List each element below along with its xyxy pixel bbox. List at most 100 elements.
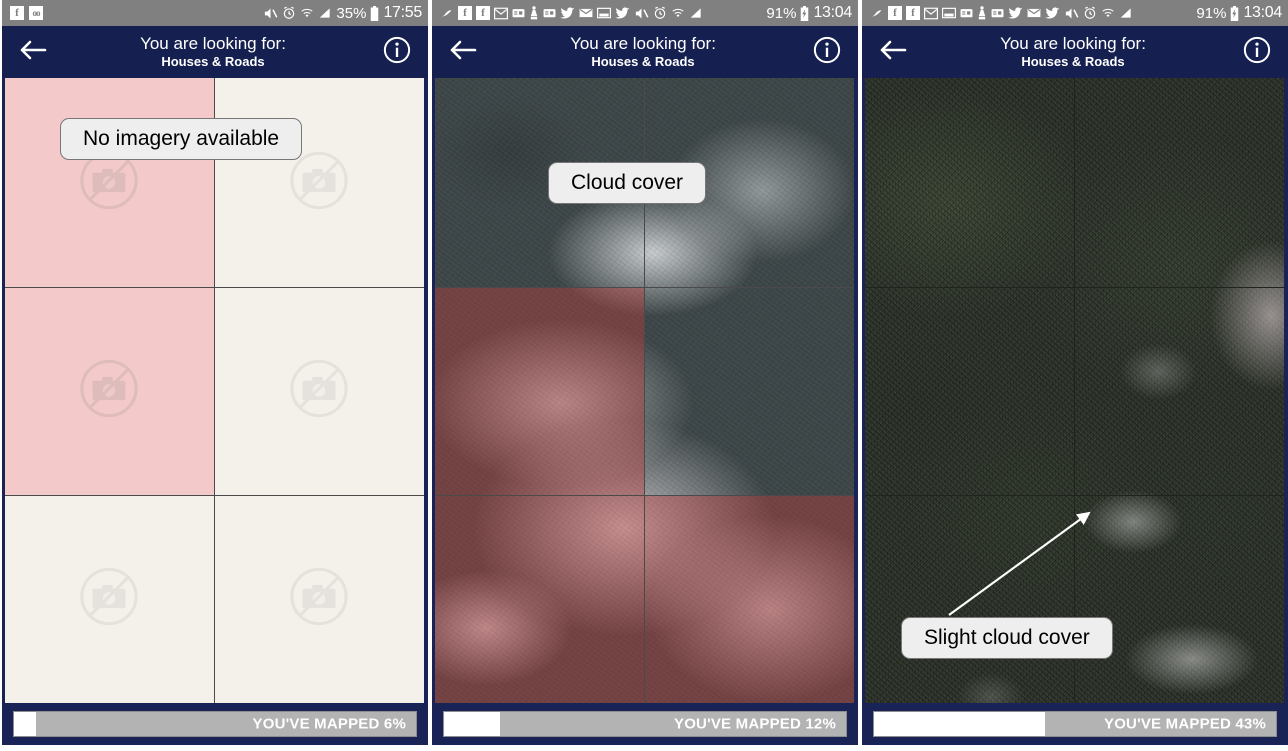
status-bar: f f 91% 13:04 [432,0,858,26]
map-tile[interactable] [214,78,424,288]
page-title-line1: You are looking for: [140,34,286,54]
twitter-icon [1008,6,1023,20]
progress-label: YOU'VE MAPPED 12% [673,715,836,733]
no-imagery-icon [288,358,350,425]
back-button[interactable] [432,26,494,78]
map-tile[interactable] [5,78,215,288]
map-tile[interactable] [214,288,424,496]
page-title: You are looking for: Houses & Roads [494,35,796,68]
progress-label: YOU'VE MAPPED 6% [252,715,406,733]
map-tile[interactable] [435,495,645,703]
mail-icon [579,7,593,19]
signal-icon [1119,6,1133,20]
page-title: You are looking for: Houses & Roads [64,35,366,68]
info-icon [1243,36,1271,69]
hangouts-icon [512,7,525,20]
map-grid-area[interactable]: Slight cloud cover [865,78,1284,703]
hangouts-icon [991,7,1004,20]
map-tile[interactable] [435,288,645,496]
map-grid-area[interactable]: No imagery available [5,78,424,703]
page-title-line1: You are looking for: [570,34,716,54]
map-tile[interactable] [5,495,215,703]
info-button[interactable] [366,26,428,78]
annotation-callout: No imagery available [60,118,303,160]
progress-label: YOU'VE MAPPED 43% [1103,715,1266,733]
progress-bar: YOU'VE MAPPED 43% [873,711,1277,737]
page-title: You are looking for: Houses & Roads [924,35,1226,68]
mute-icon [634,6,649,21]
battery-percent: 91% [1196,4,1227,22]
battery-percent: 91% [766,4,797,22]
bottom-bar: YOU'VE MAPPED 12% [432,703,858,745]
mute-icon [263,6,278,21]
info-icon [813,36,841,69]
tile-grid [5,78,424,703]
page-title-line2: Houses & Roads [591,54,695,70]
status-bar-left-icons: f f [870,6,1133,21]
no-imagery-icon [288,149,350,216]
signal-icon [318,6,332,20]
alarm-icon [653,6,667,20]
back-arrow-icon [448,38,478,67]
clock-time: 13:04 [813,4,852,21]
back-arrow-icon [878,38,908,67]
info-button[interactable] [796,26,858,78]
facebook-icon: f [476,6,490,20]
back-button[interactable] [862,26,924,78]
fitness-icon [977,6,987,20]
clock-time: 17:55 [383,4,422,21]
app-bar: You are looking for: Houses & Roads [432,26,858,78]
app-bar: You are looking for: Houses & Roads [2,26,428,78]
battery-charging-icon [800,5,809,21]
app-bar: You are looking for: Houses & Roads [862,26,1288,78]
twitter-icon [560,6,575,20]
gmail-sync-icon [870,7,884,20]
hangouts-icon [543,7,556,20]
mute-icon [1064,6,1079,21]
facebook-icon: f [458,6,472,20]
map-tile[interactable] [644,495,854,703]
page-title-line2: Houses & Roads [161,54,265,70]
screenshot-icon [942,7,956,19]
map-tile[interactable] [5,288,215,496]
map-tile[interactable] [644,288,854,496]
screenshot-root: f oo 35% 17:55 You are looking for: Hous… [0,0,1288,751]
map-grid-area[interactable]: Cloud cover [435,78,854,703]
wifi-icon [1101,6,1115,20]
facebook-icon: f [888,6,902,20]
annotation-callout: Slight cloud cover [901,617,1113,659]
fitness-icon [529,6,539,20]
status-bar: f oo 35% 17:55 [2,0,428,26]
twitter-icon [1045,6,1060,20]
status-bar: f f 91% 13:04 [862,0,1288,26]
alarm-icon [282,6,296,20]
phone-panel-2: f f 91% 13:04 You are looking for: House… [432,0,858,745]
page-title-line1: You are looking for: [1000,34,1146,54]
bottom-bar: YOU'VE MAPPED 6% [2,703,428,745]
phone-panel-3: f f 91% 13:04 You are looking for: House… [862,0,1288,745]
progress-fill [444,712,500,736]
progress-bar: YOU'VE MAPPED 6% [13,711,417,737]
back-button[interactable] [2,26,64,78]
bottom-bar: YOU'VE MAPPED 43% [862,703,1288,745]
mail-icon [1027,7,1041,19]
facebook-icon: f [906,6,920,20]
status-bar-left-icons: f oo [10,6,43,20]
gmail-icon [494,7,508,20]
no-imagery-icon [288,566,350,633]
battery-percent: 35% [336,4,367,22]
map-tile[interactable] [214,495,424,703]
status-bar-right-icons: 35% 17:55 [263,4,422,22]
status-bar-right-icons: 91% 13:04 [766,4,852,22]
battery-icon [370,5,379,21]
no-imagery-icon [78,566,140,633]
back-arrow-icon [18,38,48,67]
facebook-icon: f [10,6,24,20]
status-bar-left-icons: f f [440,6,703,21]
page-title-line2: Houses & Roads [1021,54,1125,70]
wifi-icon [671,6,685,20]
battery-charging-icon [1230,5,1239,21]
info-icon [383,36,411,69]
signal-icon [689,6,703,20]
info-button[interactable] [1226,26,1288,78]
